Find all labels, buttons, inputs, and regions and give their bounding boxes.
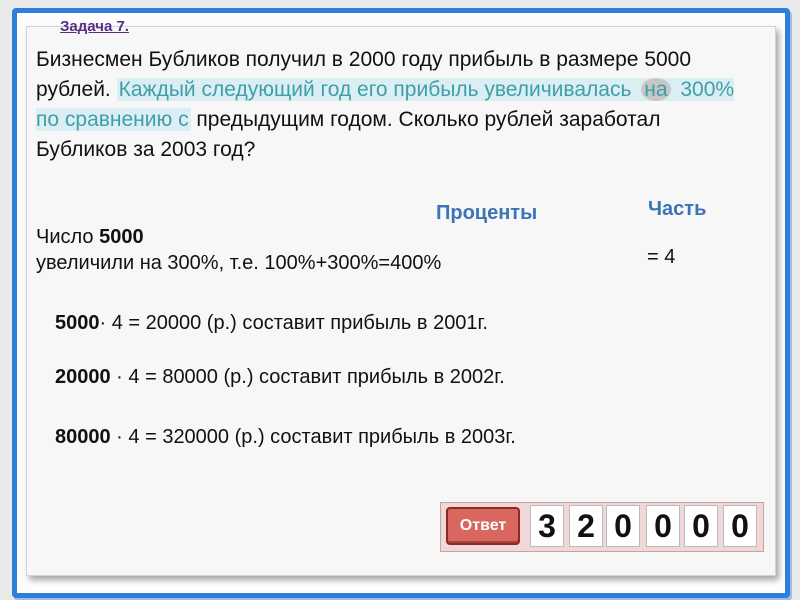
- answer-digit: 2: [569, 505, 603, 547]
- calc-line-2002: 20000 · 4 = 80000 (р.) составит прибыль …: [55, 366, 505, 389]
- increase-line: увеличили на 300%, т.е. 100%+300%=400%: [36, 252, 442, 274]
- answer-digit: 0: [646, 505, 680, 547]
- header-percent: Проценты: [436, 202, 538, 224]
- task-label: Задача 7.: [60, 18, 129, 35]
- calc-bold: 5000: [55, 312, 100, 334]
- calc-bold: 80000: [55, 426, 111, 448]
- problem-text: Бизнесмен Бубликов получил в 2000 году п…: [36, 45, 756, 165]
- answer-digit: 0: [606, 505, 640, 547]
- part-value: = 4: [647, 246, 676, 268]
- calc-line-2003: 80000 · 4 = 320000 (р.) составит прибыль…: [55, 426, 516, 449]
- calc-rest: · 4 = 80000 (р.) составит прибыль в 2002…: [110, 366, 505, 388]
- answer-digit: 0: [684, 505, 718, 547]
- answer-digit: 3: [530, 505, 564, 547]
- calc-bold: 20000: [55, 366, 111, 388]
- problem-highlight-a: Каждый следующий год его прибыль увеличи…: [116, 78, 640, 101]
- calc-line-2001: 5000· 4 = 20000 (р.) составит прибыль в …: [55, 312, 488, 335]
- calc-rest: · 4 = 20000 (р.) составит прибыль в 2001…: [99, 312, 488, 334]
- answer-digit: 0: [723, 505, 757, 547]
- problem-circled-word: на: [641, 78, 671, 101]
- answer-button[interactable]: Ответ: [446, 507, 520, 545]
- number-prefix: Число: [36, 226, 100, 248]
- calc-rest: · 4 = 320000 (р.) составит прибыль в 200…: [110, 426, 516, 448]
- number-line: Число 5000: [36, 226, 144, 249]
- number-value: 5000: [99, 226, 144, 248]
- header-part: Часть: [648, 198, 707, 220]
